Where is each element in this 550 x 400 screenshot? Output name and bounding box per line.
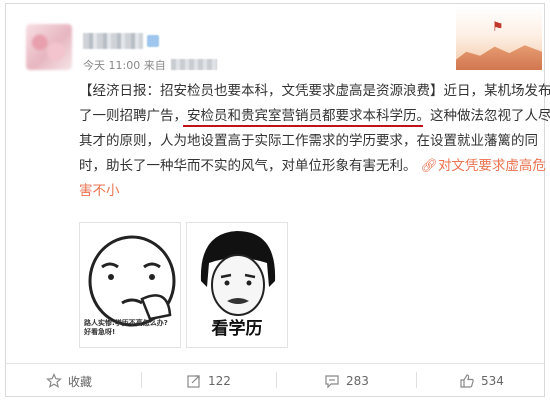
header-decoration-image: ⚑ xyxy=(456,6,542,70)
favorite-label: 收藏 xyxy=(68,374,93,389)
highlighted-phrase: 安检员和贵宾室营销员都要求本科学历 xyxy=(187,108,417,124)
comment-icon xyxy=(325,375,339,389)
star-icon xyxy=(46,373,62,388)
like-button[interactable]: 534 xyxy=(459,370,504,392)
action-separator xyxy=(141,372,142,388)
action-separator xyxy=(276,372,277,388)
verified-badge-icon xyxy=(147,35,159,47)
post-text-line-3: 其才的原则，人为地设置高于实际工作需求的学历要求，在设置就业藩篱的同 xyxy=(79,133,538,149)
post-source-blurred[interactable] xyxy=(171,59,218,70)
thumbs-up-icon xyxy=(460,374,474,388)
bird-icon: ⚑ xyxy=(492,20,504,35)
comment-button[interactable]: 283 xyxy=(324,370,369,392)
post-meta: 今天 11:00 来自 xyxy=(83,57,218,73)
username-blurred[interactable] xyxy=(83,33,143,49)
avatar[interactable] xyxy=(26,24,72,70)
action-separator xyxy=(416,372,417,388)
like-count: 534 xyxy=(481,374,504,388)
post-text-line-1: 【经济日报：招安检员也要本科，文凭要求虚高是资源浪费】近日，某机场发布 xyxy=(79,83,550,99)
post-time[interactable]: 今天 11:00 来自 xyxy=(83,59,166,72)
post-text-line-4: 时，助长了一种华而不实的风气，对单位形象有害无利。 🔗︎对文凭要求虚高危 xyxy=(79,158,546,174)
weibo-post-card: 今天 11:00 来自 ⚑ 【经济日报：招安检员也要本科，文凭要求虚高是资源浪费… xyxy=(5,3,550,397)
favorite-button[interactable]: 收藏 xyxy=(46,370,92,392)
action-bar-divider xyxy=(6,363,544,364)
image-thumbnail-1[interactable]: 路人实惨:学历不高怎么办? 好看急呀! xyxy=(79,222,181,348)
article-link[interactable]: 🔗︎对文凭要求虚高危 xyxy=(421,158,546,174)
link-icon: 🔗︎ xyxy=(420,158,438,174)
image-caption-2: 看学历 xyxy=(211,319,263,339)
image-thumbnail-2[interactable]: 看学历 xyxy=(186,222,288,348)
comment-count: 283 xyxy=(346,374,369,388)
repost-button[interactable]: 122 xyxy=(186,370,231,392)
repost-count: 122 xyxy=(208,374,231,388)
post-text-line-2: 了一则招聘广告，安检员和贵宾室营销员都要求本科学历。这种做法忽视了人尽 xyxy=(79,108,550,124)
post-text: 【经济日报：招安检员也要本科，文凭要求虚高是资源浪费】近日，某机场发布 了一则招… xyxy=(79,79,550,204)
image-caption: 路人实惨:学历不高怎么办? 好看急呀! xyxy=(84,319,168,336)
article-link-continued[interactable]: 害不小 xyxy=(79,179,539,204)
repost-icon xyxy=(187,375,200,388)
